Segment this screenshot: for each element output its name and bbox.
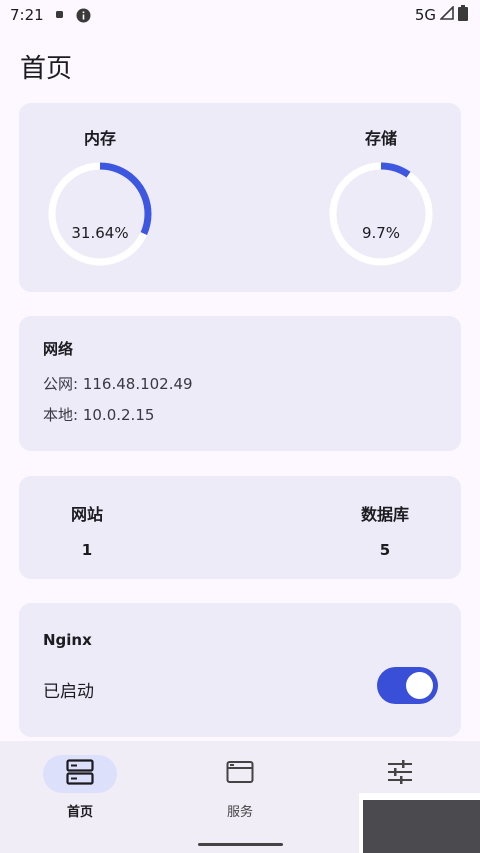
nav-home-label: 首页	[66, 805, 93, 820]
network-type: 5G	[414, 6, 436, 24]
signal-icon	[439, 5, 454, 24]
databases-count[interactable]: 数据库 5	[340, 501, 430, 559]
home-indicator[interactable]	[198, 843, 283, 846]
network-card: 网络 公网: 116.48.102.49 本地: 10.0.2.15	[19, 316, 461, 451]
usage-card: 内存 31.64% 存储 9.7%	[19, 103, 461, 292]
nav-services-label: 服务	[226, 805, 253, 820]
status-time: 7:21	[10, 6, 44, 24]
local-ip-value: 10.0.2.15	[82, 406, 155, 424]
notification-dot-icon	[55, 11, 64, 19]
local-ip-row: 本地: 10.0.2.15	[43, 404, 437, 425]
storage-ring	[329, 162, 433, 266]
status-bar: 7:21 5G	[0, 0, 480, 30]
storage-ring-track	[329, 162, 433, 266]
info-icon	[76, 8, 91, 23]
screenshot-thumbnail[interactable]	[359, 793, 480, 853]
sites-count[interactable]: 网站 1	[42, 501, 132, 559]
nginx-card: Nginx 已启动	[19, 603, 461, 737]
nginx-toggle[interactable]	[377, 667, 438, 704]
public-ip-label: 公网:	[43, 375, 79, 393]
memory-ring	[48, 162, 152, 266]
storage-gauge: 存储 9.7%	[326, 125, 436, 269]
sites-value: 1	[81, 541, 93, 559]
battery-icon	[458, 5, 468, 25]
nav-home-pill	[43, 755, 117, 793]
thumbnail-preview	[363, 800, 480, 853]
nav-item-services[interactable]: 服务	[190, 755, 290, 820]
network-title: 网络	[43, 340, 74, 358]
memory-value: 31.64%	[71, 224, 129, 242]
window-icon	[226, 760, 254, 788]
counts-card: 网站 1 数据库 5	[19, 476, 461, 579]
databases-label: 数据库	[360, 505, 409, 524]
memory-label: 内存	[83, 129, 116, 148]
nav-item-home[interactable]: 首页	[30, 755, 130, 820]
storage-label: 存储	[364, 129, 397, 148]
nav-services-pill	[203, 755, 277, 793]
databases-value: 5	[379, 541, 391, 559]
nginx-title: Nginx	[43, 631, 92, 649]
page-title: 首页	[20, 54, 73, 84]
toggle-knob	[406, 672, 433, 699]
sliders-icon	[386, 759, 414, 789]
memory-gauge: 内存 31.64%	[45, 125, 155, 269]
nginx-status: 已启动	[43, 682, 94, 702]
public-ip-value: 116.48.102.49	[82, 375, 193, 393]
public-ip-row: 公网: 116.48.102.49	[43, 373, 437, 394]
server-icon	[66, 759, 94, 789]
local-ip-label: 本地:	[43, 406, 79, 424]
sites-label: 网站	[70, 505, 103, 524]
storage-value: 9.7%	[361, 224, 401, 242]
nav-settings-pill	[363, 755, 437, 793]
